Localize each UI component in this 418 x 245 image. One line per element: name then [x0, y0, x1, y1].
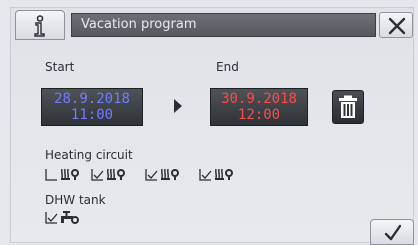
close-button[interactable] [379, 12, 413, 38]
checkbox-checked-icon [91, 169, 104, 181]
heating-circuit-icon [106, 168, 125, 180]
start-time: 11:00 [70, 107, 114, 123]
info-button[interactable] [15, 10, 65, 40]
dhw-tank-label: DHW tank [45, 193, 106, 207]
heating-circuit-icon [160, 168, 179, 180]
page-title: Vacation program [71, 13, 376, 37]
heating-circuit-1[interactable] [45, 166, 89, 182]
end-time: 12:00 [237, 107, 281, 123]
delete-button[interactable] [332, 90, 364, 124]
checkbox-checked-icon [199, 169, 212, 181]
start-date: 28.9.2018 [54, 91, 130, 107]
arrow-right-icon [174, 99, 182, 113]
dhw-tank-toggle[interactable] [45, 209, 89, 225]
checkbox-checked-icon [45, 212, 58, 224]
checkmark-icon [384, 224, 402, 241]
confirm-button[interactable] [370, 219, 414, 245]
tap-icon [61, 211, 79, 224]
end-date: 30.9.2018 [221, 91, 297, 107]
heating-circuit-4[interactable] [199, 166, 243, 182]
heating-circuit-label: Heating circuit [45, 148, 133, 162]
end-datetime-field[interactable]: 30.9.2018 12:00 [210, 88, 308, 126]
heating-circuit-icon [60, 168, 79, 180]
start-label: Start [45, 60, 75, 74]
end-label: End [216, 60, 239, 74]
heating-circuit-3[interactable] [145, 166, 189, 182]
heating-circuit-icon [214, 168, 233, 180]
checkbox-checked-icon [145, 169, 158, 181]
title-bar: Vacation program [11, 8, 415, 40]
close-icon [388, 17, 406, 35]
heating-circuit-2[interactable] [91, 166, 135, 182]
trash-icon [339, 95, 357, 118]
checkbox-unchecked-icon [45, 169, 57, 181]
vacation-program-screen: Vacation program Start End 28.9.2018 11:… [10, 7, 415, 245]
start-datetime-field[interactable]: 28.9.2018 11:00 [41, 88, 143, 126]
info-icon [34, 15, 45, 37]
